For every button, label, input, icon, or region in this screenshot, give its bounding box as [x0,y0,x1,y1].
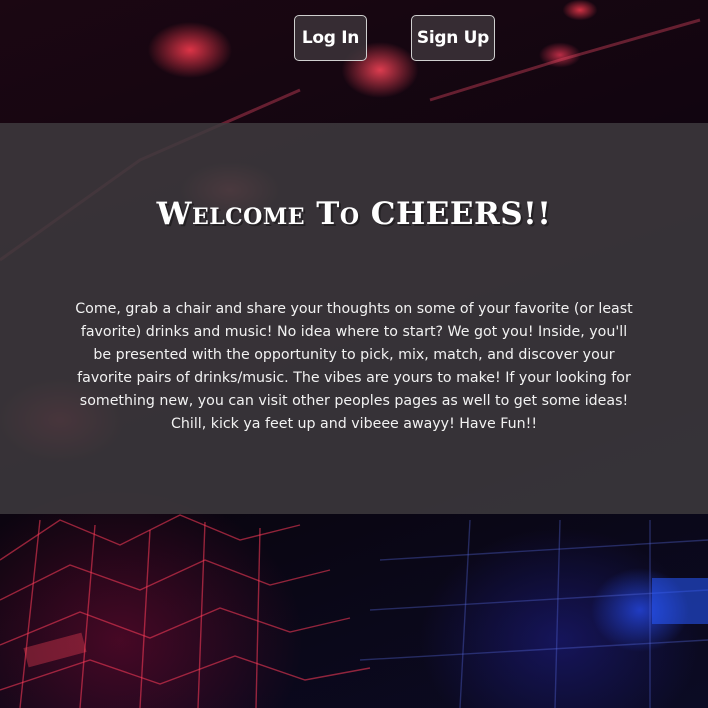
landing-page: Log In Sign Up Welcome To CHEERS!! Come,… [0,0,708,708]
top-navigation: Log In Sign Up [0,15,708,63]
page-title: Welcome To CHEERS!! [156,196,552,232]
login-button[interactable]: Log In [294,15,367,61]
signup-button[interactable]: Sign Up [411,15,495,61]
welcome-paragraph: Come, grab a chair and share your though… [75,301,633,432]
